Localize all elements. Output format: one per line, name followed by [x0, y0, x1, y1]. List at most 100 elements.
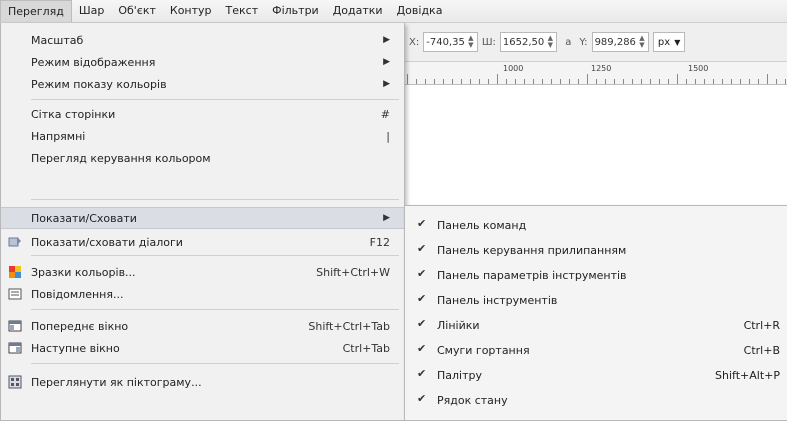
submenu-item-shortcut: Ctrl+B	[743, 343, 780, 357]
ruler-label: 1500	[688, 64, 709, 73]
ruler-tick	[560, 79, 561, 84]
menu-item-icon-preview[interactable]: Переглянути як піктограму...	[1, 371, 404, 393]
submenu-item-tool-controls-bar[interactable]: ✔ Панель параметрів інструментів	[405, 264, 787, 286]
checkmark-icon: ✔	[417, 392, 427, 405]
horizontal-ruler[interactable]: 1000 1250 1500	[405, 62, 787, 85]
ruler-tick	[623, 79, 624, 84]
icon-preview-icon	[8, 375, 22, 389]
tool-controls-bar: X: -740,35 ▲ ▼ Ш: 1652,50 ▲ ▼ a Y: 989,286 ▲ ▼…	[405, 23, 787, 62]
ruler-tick	[533, 79, 534, 84]
ruler-tick	[470, 79, 471, 84]
menu-item-display-mode[interactable]: Режим відображення ▶	[1, 51, 404, 73]
w-field[interactable]: 1652,50 ▲ ▼	[499, 32, 558, 52]
menu-item-label: Перегляд керування кольором	[31, 151, 211, 165]
submenu-item-snap-controls-bar[interactable]: ✔ Панель керування прилипанням	[405, 239, 787, 261]
ruler-tick	[515, 79, 516, 84]
checkmark-icon: ✔	[417, 242, 427, 255]
spin-arrows-icon[interactable]: ▲ ▼	[467, 35, 475, 49]
menu-item-color-display-mode[interactable]: Режим показу кольорів ▶	[1, 73, 404, 95]
menu-item-show-hide[interactable]: Показати/Сховати ▶	[1, 207, 404, 229]
ruler-label: 1250	[591, 64, 612, 73]
menu-item-guides[interactable]: Напрямні |	[1, 125, 404, 147]
ruler-tick	[605, 79, 606, 84]
ruler-tick	[776, 79, 777, 84]
checkmark-icon: ✔	[417, 217, 427, 230]
dialogs-icon	[8, 237, 21, 247]
ruler-tick	[425, 79, 426, 84]
spin-arrows-icon[interactable]: ▲ ▼	[638, 35, 646, 49]
submenu-arrow-icon: ▶	[383, 213, 390, 223]
menu-layer[interactable]: Шар	[72, 0, 112, 22]
menu-item-label: Масштаб	[31, 33, 84, 47]
ruler-tick	[632, 79, 633, 84]
x-value: -740,35	[426, 36, 465, 48]
messages-icon	[8, 288, 22, 300]
submenu-arrow-icon: ▶	[383, 57, 390, 67]
submenu-item-palette[interactable]: ✔ Палітру Shift+Alt+P	[405, 364, 787, 386]
menu-item-label: Показати/сховати діалоги	[31, 235, 183, 249]
canvas[interactable]	[405, 85, 787, 203]
unit-select[interactable]: px ▼	[652, 32, 686, 52]
ruler-tick	[479, 79, 480, 84]
menu-help[interactable]: Довідка	[390, 0, 450, 22]
ruler-tick	[704, 79, 705, 84]
menu-path[interactable]: Контур	[163, 0, 219, 22]
menu-extensions[interactable]: Додатки	[326, 0, 390, 22]
ruler-tick	[506, 79, 507, 84]
separator	[31, 363, 399, 364]
submenu-item-scrollbars[interactable]: ✔ Смуги гортання Ctrl+B	[405, 339, 787, 361]
menu-item-zoom[interactable]: Масштаб ▶	[1, 29, 404, 51]
ruler-tick	[749, 79, 750, 84]
menu-text[interactable]: Текст	[219, 0, 266, 22]
ruler-tick	[686, 79, 687, 84]
menu-item-label: Режим відображення	[31, 55, 156, 69]
separator	[31, 309, 399, 310]
spin-arrows-icon[interactable]: ▲ ▼	[546, 35, 554, 49]
ruler-tick	[659, 79, 660, 84]
ruler-tick	[443, 79, 444, 84]
submenu-arrow-icon: ▶	[383, 79, 390, 89]
checkmark-icon: ✔	[417, 342, 427, 355]
submenu-item-rulers[interactable]: ✔ Лінійки Ctrl+R	[405, 314, 787, 336]
menu-item-shortcut: F12	[369, 235, 390, 249]
menu-item-page-grid[interactable]: Сітка сторінки #	[1, 103, 404, 125]
menu-item-previous-window[interactable]: Попереднє вікно Shift+Ctrl+Tab	[1, 315, 404, 337]
menu-item-label: Попереднє вікно	[31, 319, 129, 333]
lock-icon[interactable]: a	[565, 37, 571, 48]
menu-item-label: Режим показу кольорів	[31, 77, 167, 91]
menu-view[interactable]: Перегляд	[0, 0, 72, 22]
ruler-tick	[497, 74, 498, 84]
submenu-item-commands-bar[interactable]: ✔ Панель команд	[405, 214, 787, 236]
submenu-item-label: Панель команд	[437, 218, 527, 232]
submenu-item-label: Панель інструментів	[437, 293, 558, 307]
ruler-tick	[758, 79, 759, 84]
menu-item-shortcut: Ctrl+Tab	[342, 341, 390, 355]
separator	[31, 199, 399, 200]
menu-item-shortcut: |	[386, 129, 390, 143]
menu-object[interactable]: Об'єкт	[111, 0, 163, 22]
ruler-tick	[416, 79, 417, 84]
ruler-tick	[641, 79, 642, 84]
menu-item-next-window[interactable]: Наступне вікно Ctrl+Tab	[1, 337, 404, 359]
ruler-tick	[713, 79, 714, 84]
menu-filters[interactable]: Фільтри	[265, 0, 326, 22]
menu-item-swatches[interactable]: Зразки кольорів... Shift+Ctrl+W	[1, 261, 404, 283]
y-field[interactable]: 989,286 ▲ ▼	[591, 32, 649, 52]
menu-item-color-managed-view[interactable]: Перегляд керування кольором	[1, 147, 404, 169]
ruler-tick	[524, 79, 525, 84]
submenu-item-toolbox[interactable]: ✔ Панель інструментів	[405, 289, 787, 311]
menu-item-show-hide-dialogs[interactable]: Показати/сховати діалоги F12	[1, 231, 404, 253]
ruler-tick	[722, 79, 723, 84]
separator	[31, 255, 399, 256]
submenu-item-label: Панель параметрів інструментів	[437, 268, 627, 282]
ruler-tick	[740, 79, 741, 84]
ruler-tick	[587, 74, 588, 84]
menu-item-messages[interactable]: Повідомлення...	[1, 283, 404, 305]
checkmark-icon: ✔	[417, 317, 427, 330]
submenu-item-label: Рядок стану	[437, 393, 508, 407]
swatches-icon	[9, 266, 21, 278]
y-value: 989,286	[594, 36, 636, 48]
ruler-label: 1000	[503, 64, 524, 73]
submenu-item-statusbar[interactable]: ✔ Рядок стану	[405, 389, 787, 411]
x-field[interactable]: -740,35 ▲ ▼	[423, 32, 478, 52]
